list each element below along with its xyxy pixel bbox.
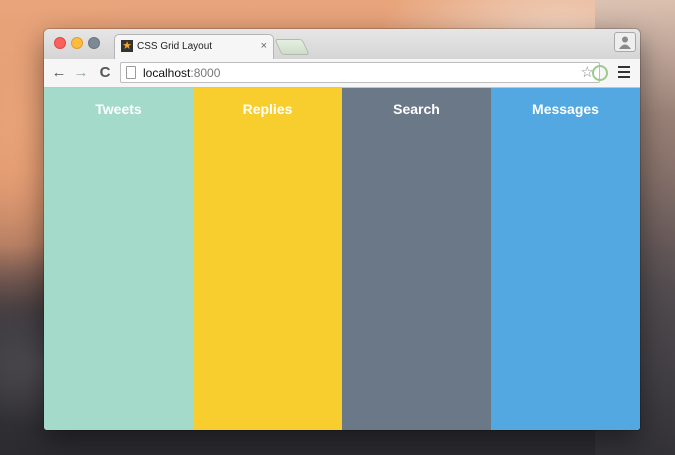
minimize-window-button[interactable] (71, 37, 83, 49)
grid-column-replies: Replies (193, 88, 342, 430)
profile-icon[interactable] (614, 32, 636, 52)
address-bar[interactable]: localhost:8000 ☆ (120, 62, 600, 83)
column-title: Messages (532, 101, 599, 117)
back-arrow-icon[interactable]: ← (50, 64, 68, 82)
extension-icon[interactable] (592, 65, 608, 81)
title-bar: ★ CSS Grid Layout × (44, 29, 640, 60)
browser-tab[interactable]: ★ CSS Grid Layout × (114, 34, 274, 60)
grid-layout: Tweets Replies Search Messages (44, 88, 640, 430)
page-icon (126, 66, 136, 79)
new-tab-button[interactable] (274, 39, 310, 55)
browser-window: ★ CSS Grid Layout × ← → C localhost:8000… (44, 29, 640, 430)
grid-column-messages: Messages (491, 88, 640, 430)
reload-icon[interactable]: C (96, 64, 114, 82)
tab-title: CSS Grid Layout (137, 41, 213, 52)
browser-toolbar: ← → C localhost:8000 ☆ (44, 59, 640, 88)
url-host: localhost (143, 66, 191, 80)
close-window-button[interactable] (54, 37, 66, 49)
url-text: localhost:8000 (143, 66, 220, 80)
column-title: Tweets (95, 101, 142, 117)
menu-icon[interactable] (618, 66, 630, 79)
forward-arrow-icon[interactable]: → (72, 64, 90, 82)
column-title: Replies (242, 101, 293, 117)
grid-column-search: Search (342, 88, 491, 430)
maximize-window-button[interactable] (88, 37, 100, 49)
column-title: Search (393, 101, 440, 117)
grid-column-tweets: Tweets (44, 88, 193, 430)
tab-close-icon[interactable]: × (261, 39, 267, 53)
star-favicon-icon: ★ (121, 40, 133, 52)
url-port: :8000 (190, 66, 221, 80)
